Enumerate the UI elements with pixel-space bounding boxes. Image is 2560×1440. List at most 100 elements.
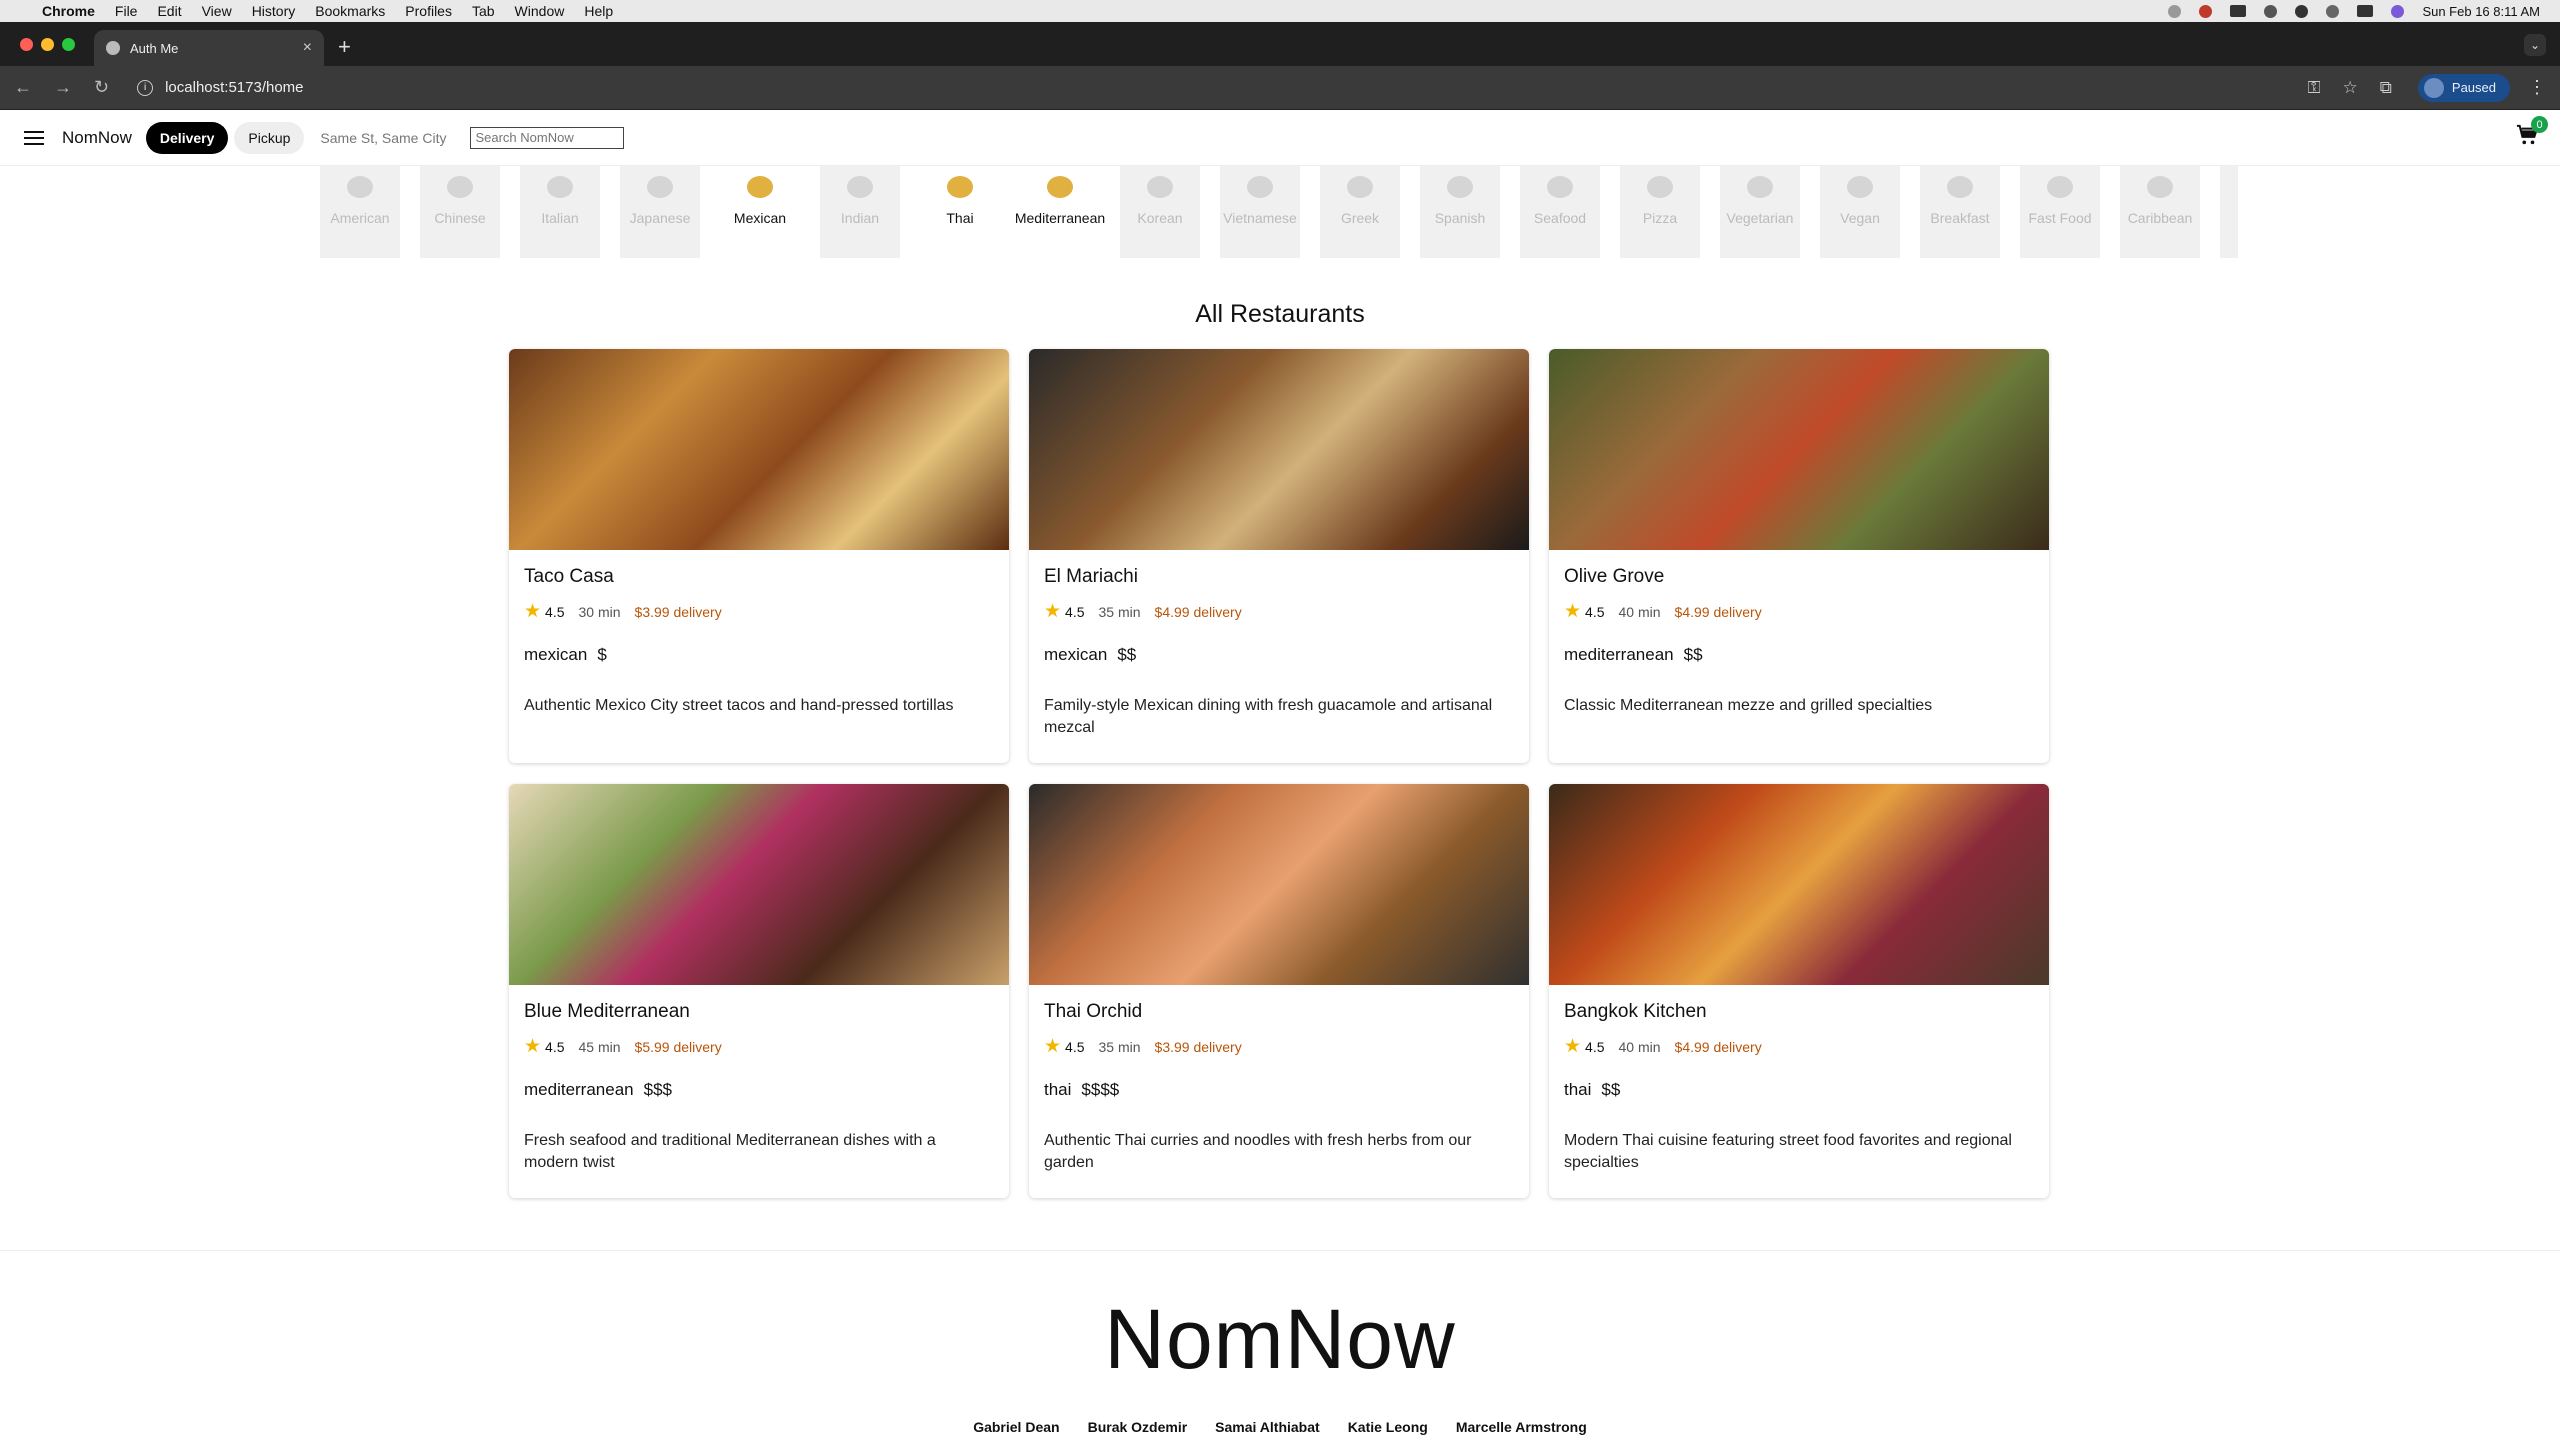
team-member-link[interactable]: Marcelle Armstrong — [1456, 1419, 1587, 1435]
cuisine-filter-japanese[interactable]: Japanese — [620, 166, 700, 258]
cuisine-filter-thai[interactable]: Thai — [920, 166, 1000, 258]
restaurant-image[interactable] — [1029, 784, 1529, 985]
restaurant-name[interactable]: Taco Casa — [524, 566, 994, 588]
cuisine-label: Vegetarian — [1726, 210, 1794, 226]
cuisine-filter-indian[interactable]: Indian — [820, 166, 900, 258]
restaurant-image[interactable] — [1549, 784, 2049, 985]
delivery-time: 35 min — [1098, 603, 1141, 620]
price-level: $ — [597, 645, 607, 664]
chrome-menu-icon[interactable]: ⋮ — [2528, 77, 2546, 98]
site-info-icon[interactable]: i — [137, 79, 154, 96]
team-member-link[interactable]: Katie Leong — [1348, 1419, 1428, 1435]
pickup-toggle-button[interactable]: Pickup — [234, 121, 305, 154]
extensions-icon[interactable]: ⧉ — [2380, 78, 2392, 98]
siri-icon[interactable] — [2391, 4, 2405, 18]
password-key-icon[interactable]: ⚿ — [2308, 78, 2321, 98]
cuisine-filter-fast-food[interactable]: Fast Food — [2020, 166, 2100, 258]
team-member-link[interactable]: Samai Althiabat — [1215, 1419, 1320, 1435]
spanish-icon — [1447, 176, 1473, 198]
menu-tab[interactable]: Tab — [472, 3, 495, 19]
menu-view[interactable]: View — [202, 3, 232, 19]
restaurant-card[interactable]: Blue Mediterranean ★ 4.5 45 min $5.99 delive… — [509, 784, 1009, 1198]
cuisine-filter-korean[interactable]: Korean — [1120, 166, 1200, 258]
team-member-link[interactable]: Gabriel Dean — [973, 1419, 1059, 1435]
cuisine-filter-seafood[interactable]: Seafood — [1520, 166, 1600, 258]
cuisine-filter-vegetarian[interactable]: Vegetarian — [1720, 166, 1800, 258]
battery-icon[interactable] — [2230, 5, 2247, 17]
restaurant-image[interactable] — [509, 784, 1009, 985]
brand-logo[interactable]: NomNow — [62, 128, 132, 148]
cuisine-filter-spanish[interactable]: Spanish — [1420, 166, 1500, 258]
browser-tab[interactable]: Auth Me × — [94, 30, 324, 66]
cuisine-filter-overflow[interactable] — [2220, 166, 2238, 258]
tab-title: Auth Me — [130, 40, 179, 56]
cuisine-filter-greek[interactable]: Greek — [1320, 166, 1400, 258]
cuisine-filter-mediterranean[interactable]: Mediterranean — [1015, 166, 1105, 258]
menu-window[interactable]: Window — [515, 3, 565, 19]
price-level: $$$$ — [1081, 1080, 1120, 1099]
restaurant-meta: ★ 4.5 40 min $4.99 delivery — [1564, 600, 2034, 623]
restaurant-card[interactable]: Thai Orchid ★ 4.5 35 min $3.99 delivery thai $… — [1029, 784, 1529, 1198]
team-member-link[interactable]: Burak Ozdemir — [1088, 1419, 1188, 1435]
menu-history[interactable]: History — [252, 3, 296, 19]
cuisine-filter-mexican[interactable]: Mexican — [720, 166, 800, 258]
forward-icon[interactable]: → — [54, 77, 72, 98]
cuisine-filter-breakfast[interactable]: Breakfast — [1920, 166, 2000, 258]
delivery-toggle-button[interactable]: Delivery — [145, 121, 229, 154]
profile-button[interactable]: Paused — [2417, 73, 2510, 102]
close-tab-icon[interactable]: × — [303, 39, 312, 57]
restaurant-card[interactable]: Bangkok Kitchen ★ 4.5 40 min $4.99 delivery t… — [1549, 784, 2049, 1198]
restaurant-image[interactable] — [1029, 349, 1529, 550]
cuisine-filter-italian[interactable]: Italian — [520, 166, 600, 258]
close-window-button[interactable] — [20, 38, 33, 51]
delivery-address[interactable]: Same St, Same City — [320, 130, 446, 146]
restaurant-name[interactable]: El Mariachi — [1044, 566, 1514, 588]
address-bar[interactable]: i localhost:5173/home — [131, 73, 2285, 103]
clock[interactable]: Sun Feb 16 8:11 AM — [2422, 4, 2540, 19]
restaurant-card[interactable]: Olive Grove ★ 4.5 40 min $4.99 delivery medit… — [1549, 349, 2049, 763]
back-icon[interactable]: ← — [14, 77, 32, 98]
search-input[interactable] — [470, 126, 625, 149]
cuisine-filter-caribbean[interactable]: Caribbean — [2120, 166, 2200, 258]
reload-icon[interactable]: ↻ — [94, 77, 109, 98]
tab-search-icon[interactable]: ⌄ — [2524, 34, 2546, 56]
restaurant-card[interactable]: El Mariachi ★ 4.5 35 min $4.99 delivery mexic… — [1029, 349, 1529, 763]
cuisine-filter-pizza[interactable]: Pizza — [1620, 166, 1700, 258]
restaurant-name[interactable]: Olive Grove — [1564, 566, 2034, 588]
user-icon[interactable] — [2295, 4, 2309, 18]
hamburger-menu-icon[interactable] — [24, 127, 44, 149]
menu-edit[interactable]: Edit — [157, 3, 181, 19]
star-icon: ★ — [1044, 601, 1062, 622]
restaurant-image[interactable] — [1549, 349, 2049, 550]
menu-file[interactable]: File — [115, 3, 138, 19]
cuisine-filter-chinese[interactable]: Chinese — [420, 166, 500, 258]
bookmark-star-icon[interactable]: ☆ — [2343, 78, 2358, 98]
moon-icon[interactable] — [2168, 4, 2182, 18]
restaurant-name[interactable]: Blue Mediterranean — [524, 1001, 994, 1023]
cuisine-label: Fast Food — [2028, 210, 2092, 226]
delivery-fee: $3.99 delivery — [634, 603, 722, 620]
cart-button[interactable]: 0 — [2516, 116, 2548, 151]
menu-app-name[interactable]: Chrome — [42, 3, 95, 19]
restaurant-description: Authentic Thai curries and noodles with … — [1044, 1132, 1472, 1171]
app-status-icon[interactable] — [2199, 4, 2213, 18]
restaurant-name[interactable]: Thai Orchid — [1044, 1001, 1514, 1023]
wifi-icon[interactable] — [2264, 4, 2278, 18]
maximize-window-button[interactable] — [62, 38, 75, 51]
restaurant-image[interactable] — [509, 349, 1009, 550]
menu-bookmarks[interactable]: Bookmarks — [315, 3, 385, 19]
url-text[interactable]: localhost:5173/home — [165, 79, 303, 96]
indian-icon — [847, 176, 873, 198]
minimize-window-button[interactable] — [41, 38, 54, 51]
new-tab-icon[interactable]: + — [338, 34, 351, 60]
control-center-icon[interactable] — [2357, 5, 2374, 17]
cuisine-filter-american[interactable]: American — [320, 166, 400, 258]
menu-profiles[interactable]: Profiles — [405, 3, 452, 19]
spotlight-icon[interactable] — [2326, 4, 2340, 18]
menu-help[interactable]: Help — [584, 3, 613, 19]
cuisine-label: American — [330, 210, 390, 226]
cuisine-filter-vegan[interactable]: Vegan — [1820, 166, 1900, 258]
cuisine-filter-vietnamese[interactable]: Vietnamese — [1220, 166, 1300, 258]
restaurant-name[interactable]: Bangkok Kitchen — [1564, 1001, 2034, 1023]
restaurant-card[interactable]: Taco Casa ★ 4.5 30 min $3.99 delivery mexican… — [509, 349, 1009, 763]
